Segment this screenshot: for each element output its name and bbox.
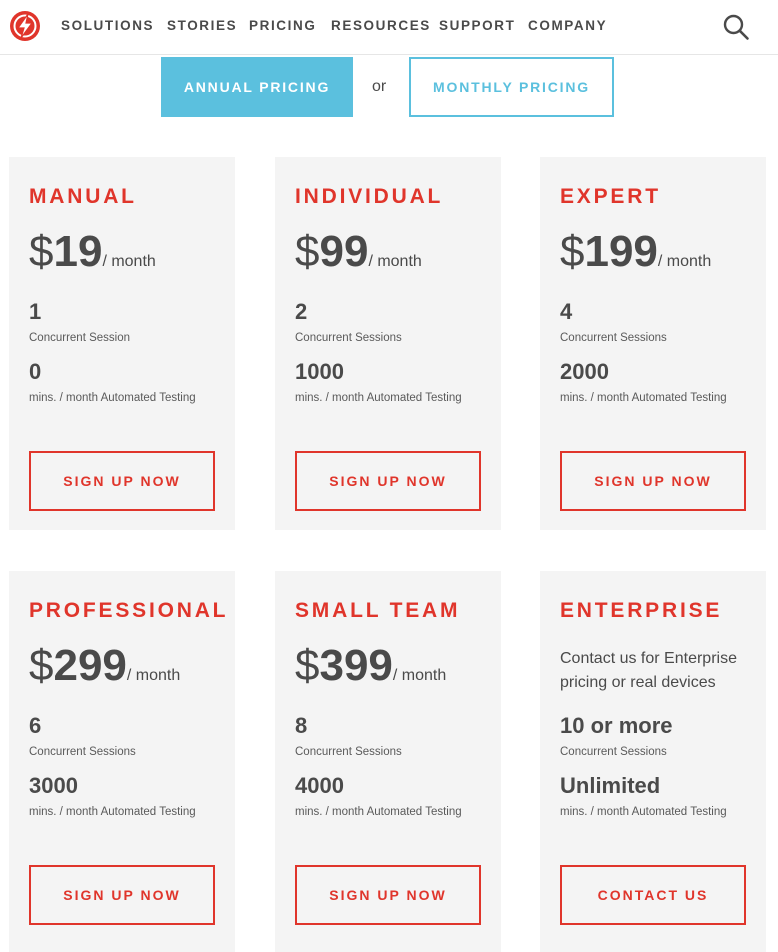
sessions-value: 6 bbox=[29, 713, 42, 738]
minutes-label: mins. / month Automated Testing bbox=[560, 806, 727, 818]
price-currency: $ bbox=[295, 227, 320, 276]
minutes-label: mins. / month Automated Testing bbox=[29, 806, 196, 818]
plan-price: $299/ month bbox=[29, 641, 180, 691]
nav-item-support[interactable]: SUPPORT bbox=[439, 18, 515, 33]
sign-up-button[interactable]: SIGN UP NOW bbox=[295, 865, 481, 925]
minutes-value: 3000 bbox=[29, 773, 78, 798]
sessions-label: Concurrent Session bbox=[29, 332, 130, 344]
price-currency: $ bbox=[560, 227, 585, 276]
sign-up-button[interactable]: SIGN UP NOW bbox=[29, 865, 215, 925]
nav-item-pricing[interactable]: PRICING bbox=[249, 18, 316, 33]
plan-price: $399/ month bbox=[295, 641, 446, 691]
plan-title: EXPERT bbox=[560, 185, 661, 208]
nav-item-stories[interactable]: STORIES bbox=[167, 18, 237, 33]
price-currency: $ bbox=[295, 641, 320, 690]
price-amount: 399 bbox=[319, 641, 393, 690]
plan-price: $199/ month bbox=[560, 227, 711, 277]
plan-price: $19/ month bbox=[29, 227, 156, 277]
annual-pricing-button[interactable]: ANNUAL PRICING bbox=[161, 57, 353, 117]
search-icon[interactable] bbox=[722, 13, 750, 41]
plan-title: PROFESSIONAL bbox=[29, 599, 229, 622]
price-period: / month bbox=[126, 667, 181, 684]
plan-title: INDIVIDUAL bbox=[295, 185, 444, 208]
nav-item-company[interactable]: COMPANY bbox=[528, 18, 607, 33]
nav-item-resources[interactable]: RESOURCES bbox=[331, 18, 431, 33]
monthly-pricing-button[interactable]: MONTHLY PRICING bbox=[409, 57, 614, 117]
sessions-label: Concurrent Sessions bbox=[560, 746, 667, 758]
sessions-label: Concurrent Sessions bbox=[295, 332, 402, 344]
minutes-label: mins. / month Automated Testing bbox=[29, 392, 196, 404]
sessions-value: 8 bbox=[295, 713, 308, 738]
nav-item-solutions[interactable]: SOLUTIONS bbox=[61, 18, 154, 33]
plan-card-expert: EXPERT $199/ month 4 Concurrent Sessions… bbox=[540, 157, 766, 530]
minutes-value: 2000 bbox=[560, 359, 609, 384]
minutes-value: 1000 bbox=[295, 359, 344, 384]
plan-title: ENTERPRISE bbox=[560, 599, 723, 622]
price-period: / month bbox=[657, 253, 712, 270]
price-period: / month bbox=[368, 253, 422, 270]
price-period: / month bbox=[102, 253, 156, 270]
minutes-value: 0 bbox=[29, 359, 42, 384]
toggle-or-label: or bbox=[372, 78, 387, 95]
minutes-value: Unlimited bbox=[560, 773, 661, 798]
price-amount: 299 bbox=[53, 641, 127, 690]
sign-up-button[interactable]: SIGN UP NOW bbox=[560, 451, 746, 511]
sign-up-button[interactable]: SIGN UP NOW bbox=[295, 451, 481, 511]
sessions-value: 1 bbox=[29, 299, 42, 324]
sessions-value: 4 bbox=[560, 299, 573, 324]
price-period: / month bbox=[392, 667, 447, 684]
sign-up-button[interactable]: SIGN UP NOW bbox=[29, 451, 215, 511]
sessions-value: 10 or more bbox=[560, 713, 673, 738]
plan-card-individual: INDIVIDUAL $99/ month 2 Concurrent Sessi… bbox=[275, 157, 501, 530]
price-amount: 99 bbox=[319, 227, 369, 276]
sessions-label: Concurrent Sessions bbox=[560, 332, 667, 344]
plan-title: MANUAL bbox=[29, 185, 137, 208]
contact-us-button[interactable]: CONTACT US bbox=[560, 865, 746, 925]
plan-title: SMALL TEAM bbox=[295, 599, 461, 622]
minutes-label: mins. / month Automated Testing bbox=[295, 806, 462, 818]
lightning-circle-logo[interactable] bbox=[9, 10, 41, 42]
price-currency: $ bbox=[29, 641, 54, 690]
price-amount: 199 bbox=[584, 227, 658, 276]
plan-card-enterprise: ENTERPRISE Contact us for Enterprise pri… bbox=[540, 571, 766, 952]
minutes-label: mins. / month Automated Testing bbox=[560, 392, 727, 404]
plan-price: $99/ month bbox=[295, 227, 422, 277]
minutes-label: mins. / month Automated Testing bbox=[295, 392, 462, 404]
enterprise-contact-text: Contact us for Enterprise pricing or rea… bbox=[560, 650, 737, 691]
top-nav: SOLUTIONS STORIES PRICING RESOURCES SUPP… bbox=[0, 0, 778, 55]
sessions-value: 2 bbox=[295, 299, 308, 324]
plan-card-professional: PROFESSIONAL $299/ month 6 Concurrent Se… bbox=[9, 571, 235, 952]
price-amount: 19 bbox=[53, 227, 103, 276]
price-currency: $ bbox=[29, 227, 54, 276]
plan-card-small-team: SMALL TEAM $399/ month 8 Concurrent Sess… bbox=[275, 571, 501, 952]
sessions-label: Concurrent Sessions bbox=[295, 746, 402, 758]
minutes-value: 4000 bbox=[295, 773, 344, 798]
plan-card-manual: MANUAL $19/ month 1 Concurrent Session 0… bbox=[9, 157, 235, 530]
sessions-label: Concurrent Sessions bbox=[29, 746, 136, 758]
